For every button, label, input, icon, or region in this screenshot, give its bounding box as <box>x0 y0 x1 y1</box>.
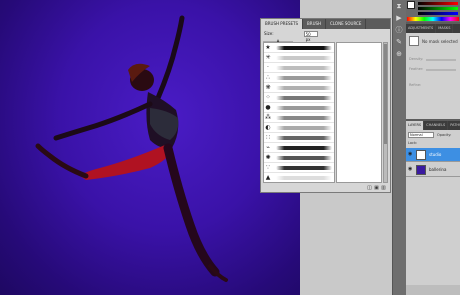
mask-status-text: No mask selected <box>422 39 458 44</box>
trash-icon[interactable]: ▥ <box>381 186 386 191</box>
size-row: Size: 50 px <box>261 29 390 42</box>
brush-stroke-preview <box>276 76 332 80</box>
red-slider[interactable] <box>418 2 458 5</box>
scrollbar-thumb[interactable] <box>384 44 387 144</box>
brush-stroke-preview <box>276 56 332 60</box>
brush-tip-icon: ❋ <box>265 84 271 91</box>
brush-tip-icon: ✺ <box>265 154 271 161</box>
layer-row[interactable]: ◉ studio <box>406 148 460 162</box>
layer-thumbnail <box>416 150 426 160</box>
brush-tip-icon: ◐ <box>265 124 271 131</box>
brush-preset-item[interactable]: ⌁ <box>264 143 334 153</box>
mask-thumbnail <box>409 36 419 46</box>
size-label: Size: <box>264 31 274 36</box>
layer-row[interactable]: ◉ ballerina <box>406 163 460 177</box>
brush-preset-item[interactable]: ∴ <box>264 73 334 83</box>
layers-panel: Normal Opacity: Lock: ◉ studio ◉ balleri… <box>406 130 460 295</box>
brush-preset-item[interactable]: ★ <box>264 43 334 53</box>
tab-masks[interactable]: MASKS <box>436 24 454 33</box>
toggle-brush-panel-icon[interactable]: ◫ <box>367 186 372 191</box>
brush-preset-item[interactable]: ∵ <box>264 163 334 173</box>
actions-icon[interactable]: ▶ <box>392 12 406 24</box>
photoshop-workspace: ⧗ ▶ ⓘ ✎ ⊕ BRUSH PRESETS BRUSH CLONE SOUR… <box>0 0 460 295</box>
tab-brush-presets[interactable]: BRUSH PRESETS <box>261 19 304 29</box>
tab-clone-source[interactable]: CLONE SOURCE <box>326 19 367 29</box>
layer-thumbnail <box>416 165 426 175</box>
brush-stroke-preview <box>276 136 332 140</box>
brush-tip-icon: · <box>267 64 269 71</box>
dancer-image <box>35 15 228 282</box>
brush-preset-item[interactable]: ✳ <box>264 53 334 63</box>
brush-preset-item[interactable]: ▲ <box>264 173 334 182</box>
blend-mode-select[interactable]: Normal <box>408 132 434 138</box>
brush-preset-item[interactable]: ● <box>264 103 334 113</box>
size-input[interactable]: 50 px <box>303 30 318 42</box>
document-canvas[interactable] <box>0 0 300 295</box>
brush-stroke-preview <box>276 86 332 90</box>
feather-slider[interactable] <box>426 69 456 71</box>
info-icon[interactable]: ⓘ <box>392 24 406 36</box>
tab-channels[interactable]: CHANNELS <box>424 121 449 130</box>
history-icon[interactable]: ⧗ <box>392 0 406 12</box>
brush-stroke-preview <box>276 146 332 150</box>
foreground-color-swatch[interactable] <box>407 1 415 9</box>
eye-icon[interactable]: ◉ <box>408 167 413 172</box>
brush-tip-icon: ⁘ <box>265 94 271 101</box>
brush-tip-icon: ★ <box>265 44 271 51</box>
refine-label: Refine: <box>409 83 422 87</box>
color-spectrum[interactable] <box>407 17 459 21</box>
brush-preview-area <box>336 42 382 183</box>
layers-footer <box>406 285 460 295</box>
tab-adjustments[interactable]: ADJUSTMENTS <box>406 24 437 33</box>
brush-preset-item[interactable]: ⁘ <box>264 93 334 103</box>
tab-layers[interactable]: LAYERS <box>406 121 425 130</box>
brush-tip-icon: ✳ <box>265 54 271 61</box>
new-preset-icon[interactable]: ▣ <box>374 186 379 191</box>
brush-preset-item[interactable]: ◐ <box>264 123 334 133</box>
brush-panel-tabs: BRUSH PRESETS BRUSH CLONE SOURCE <box>261 19 390 29</box>
brush-preset-item[interactable]: · <box>264 63 334 73</box>
opacity-label: Opacity: <box>437 133 452 137</box>
blue-slider[interactable] <box>418 12 458 15</box>
brush-panel-footer: ◫ ▣ ▥ <box>261 184 390 193</box>
clone-icon[interactable]: ⊕ <box>392 48 406 60</box>
collapsed-panel-icons: ⧗ ▶ ⓘ ✎ ⊕ <box>392 0 406 60</box>
brush-preset-item[interactable]: ✺ <box>264 153 334 163</box>
masks-panel: No mask selected Density: Feather: Refin… <box>406 33 460 119</box>
brush-stroke-preview <box>276 156 332 160</box>
brush-stroke-preview <box>276 106 332 110</box>
layer-name: studio <box>429 152 442 157</box>
brush-stroke-preview <box>276 46 332 50</box>
brush-stroke-preview <box>276 96 332 100</box>
adjustments-tabs: ADJUSTMENTS MASKS <box>406 24 460 33</box>
eye-icon[interactable]: ◉ <box>408 152 413 157</box>
brush-preset-item[interactable]: ❋ <box>264 83 334 93</box>
brush-stroke-preview <box>276 116 332 120</box>
brush-tip-icon: ⁂ <box>265 114 271 121</box>
lock-label: Lock: <box>408 141 418 145</box>
brush-preset-list[interactable]: ★ ✳ · ∴ ❋ ⁘ ● ⁂ ◐ ∷ ⌁ ✺ ∵ ▲ <box>263 42 335 183</box>
brush-icon[interactable]: ✎ <box>392 36 406 48</box>
layers-tabs: LAYERS CHANNELS PATHS <box>406 121 460 130</box>
brush-tip-icon: ∴ <box>266 74 270 81</box>
density-label: Density: <box>409 57 424 61</box>
brush-stroke-preview <box>276 126 332 130</box>
tab-brush[interactable]: BRUSH <box>303 19 327 29</box>
brush-tip-icon: ● <box>265 104 271 111</box>
brush-tip-icon: ∵ <box>266 164 270 171</box>
feather-label: Feather: <box>409 67 424 71</box>
density-slider[interactable] <box>426 59 456 61</box>
brush-preset-item[interactable]: ∷ <box>264 133 334 143</box>
brush-stroke-preview <box>276 166 332 170</box>
layer-name: ballerina <box>429 167 447 172</box>
brush-stroke-preview <box>276 176 332 180</box>
brush-preset-item[interactable]: ⁂ <box>264 113 334 123</box>
tab-paths[interactable]: PATHS <box>448 121 460 130</box>
brush-stroke-preview <box>276 66 332 70</box>
brush-tip-icon: ▲ <box>265 174 271 181</box>
brush-tip-icon: ∷ <box>266 134 270 141</box>
brush-tip-icon: ⌁ <box>266 144 270 151</box>
green-slider[interactable] <box>418 7 458 10</box>
